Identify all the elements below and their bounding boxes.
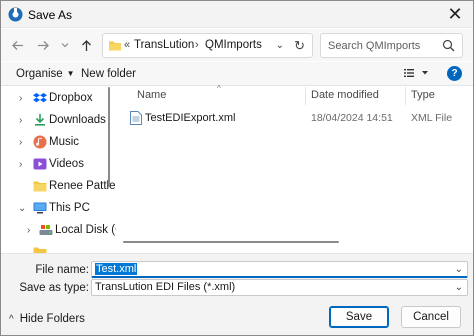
- cancel-button[interactable]: Cancel: [401, 306, 461, 328]
- xml-file-icon: [130, 111, 142, 125]
- window-title: Save As: [28, 8, 73, 22]
- file-name-value[interactable]: Test.xml: [95, 263, 138, 275]
- nav-item-label: Renee Pattle: [49, 180, 116, 192]
- save-button[interactable]: Save: [329, 306, 389, 328]
- save-as-type-value: TransLution EDI Files (*.xml): [95, 281, 236, 293]
- nav-item-local-disk[interactable]: › Local Disk (C: [1, 220, 116, 242]
- chevron-right-icon: ›: [19, 93, 23, 104]
- nav-item-dropbox[interactable]: › Dropbox: [1, 88, 106, 110]
- nav-item-videos[interactable]: › Videos: [1, 154, 106, 176]
- view-options-button[interactable]: [404, 67, 432, 82]
- nav-pane-scrollbar[interactable]: [108, 87, 110, 187]
- refresh-icon[interactable]: ↻: [294, 38, 305, 54]
- chevron-right-icon: ›: [27, 225, 31, 236]
- arrow-up-icon: [81, 39, 91, 51]
- organise-label: Organise: [16, 68, 63, 80]
- nav-item-label: Local Disk (C: [55, 224, 116, 236]
- nav-item-label: Videos: [49, 158, 84, 170]
- file-date: 18/04/2024 14:51: [311, 112, 393, 124]
- column-divider[interactable]: [305, 87, 306, 105]
- sort-ascending-icon: ^: [217, 84, 221, 93]
- hide-folders-label: Hide Folders: [19, 313, 85, 325]
- hide-folders-button[interactable]: ^ Hide Folders: [9, 313, 85, 325]
- folder-icon: [33, 181, 47, 192]
- file-row[interactable]: TestEDIExport.xml 18/04/2024 14:51 XML F…: [127, 109, 467, 127]
- recent-locations-button[interactable]: [57, 37, 73, 53]
- disk-icon: [39, 225, 53, 235]
- file-list-scrollbar[interactable]: [123, 241, 339, 243]
- chevron-down-icon: ⌄: [18, 203, 27, 214]
- column-header-type[interactable]: Type: [411, 87, 435, 105]
- file-name: TestEDIExport.xml: [145, 112, 236, 124]
- file-type: XML File: [411, 112, 453, 124]
- nav-item-renee-pattle[interactable]: Renee Pattle: [1, 176, 116, 198]
- file-name-label: File name:: [35, 264, 89, 276]
- arrow-left-icon: [11, 40, 23, 50]
- downloads-icon: [35, 114, 45, 126]
- file-name-field[interactable]: Test.xml ⌄: [91, 261, 468, 278]
- nav-item-music[interactable]: › Music: [1, 132, 106, 154]
- column-header-date-modified[interactable]: Date modified: [311, 87, 379, 105]
- chevron-right-icon: ›: [19, 137, 23, 148]
- music-icon: [33, 135, 47, 149]
- chevron-up-icon: ^: [9, 314, 14, 325]
- forward-button[interactable]: [35, 37, 51, 53]
- address-dropdown-icon[interactable]: ⌄: [276, 40, 284, 51]
- file-list: Name ^ Date modified Type TestEDIExport.…: [117, 84, 473, 253]
- chevron-right-icon: ›: [19, 159, 23, 170]
- chevron-down-icon: [61, 43, 69, 48]
- navigation-pane: › Dropbox › Downloads › Music › Videos R…: [1, 87, 116, 253]
- app-icon: [8, 7, 23, 22]
- dropbox-icon: [33, 93, 47, 103]
- close-button[interactable]: ✕: [437, 1, 473, 28]
- save-as-type-select[interactable]: TransLution EDI Files (*.xml) ⌄: [91, 279, 468, 296]
- breadcrumb-translution[interactable]: TransLution: [134, 39, 194, 51]
- command-bar: Organise ▼ New folder ?: [1, 62, 473, 86]
- organise-menu[interactable]: Organise ▼: [16, 68, 75, 80]
- search-icon: [442, 39, 455, 52]
- nav-item-label: This PC: [49, 202, 90, 214]
- chevron-down-icon[interactable]: ⌄: [455, 264, 463, 275]
- breadcrumb-separator-icon: ›: [195, 39, 199, 51]
- navigation-bar: « TransLution › QMImports ⌄ ↻ Search QMI…: [1, 29, 473, 61]
- new-folder-button[interactable]: New folder: [81, 68, 136, 80]
- save-as-type-label: Save as type:: [19, 282, 89, 294]
- folder-icon: [109, 41, 121, 51]
- nav-item-partial: [1, 242, 106, 253]
- folder-icon: [33, 247, 47, 253]
- nav-item-downloads[interactable]: › Downloads: [1, 110, 106, 132]
- title-bar: Save As ✕: [1, 1, 473, 28]
- column-divider[interactable]: [405, 87, 406, 105]
- chevron-down-icon[interactable]: ⌄: [455, 282, 463, 293]
- up-button[interactable]: [78, 37, 94, 53]
- nav-item-label: Dropbox: [49, 92, 93, 104]
- close-icon: ✕: [447, 4, 463, 24]
- nav-item-label: Downloads: [49, 114, 106, 126]
- search-input[interactable]: Search QMImports: [328, 40, 420, 52]
- column-header-name[interactable]: Name: [137, 87, 166, 105]
- save-as-dialog: Save As ✕ « TransLution › QMImports ⌄ ↻ …: [0, 0, 474, 336]
- address-overflow[interactable]: «: [124, 39, 130, 51]
- nav-item-label: Music: [49, 136, 80, 148]
- address-bar[interactable]: « TransLution › QMImports ⌄ ↻: [102, 33, 313, 58]
- list-view-icon: [404, 69, 428, 77]
- help-icon[interactable]: ?: [447, 66, 462, 81]
- chevron-right-icon: ›: [19, 115, 23, 126]
- nav-item-this-pc[interactable]: ⌄ This PC: [1, 198, 106, 220]
- breadcrumb-qmimports[interactable]: QMImports: [205, 39, 262, 51]
- pc-icon: [33, 202, 47, 214]
- caret-down-icon: ▼: [66, 69, 75, 78]
- search-box[interactable]: Search QMImports: [320, 33, 463, 58]
- videos-icon: [33, 158, 47, 170]
- back-button[interactable]: [9, 37, 25, 53]
- arrow-right-icon: [37, 40, 49, 50]
